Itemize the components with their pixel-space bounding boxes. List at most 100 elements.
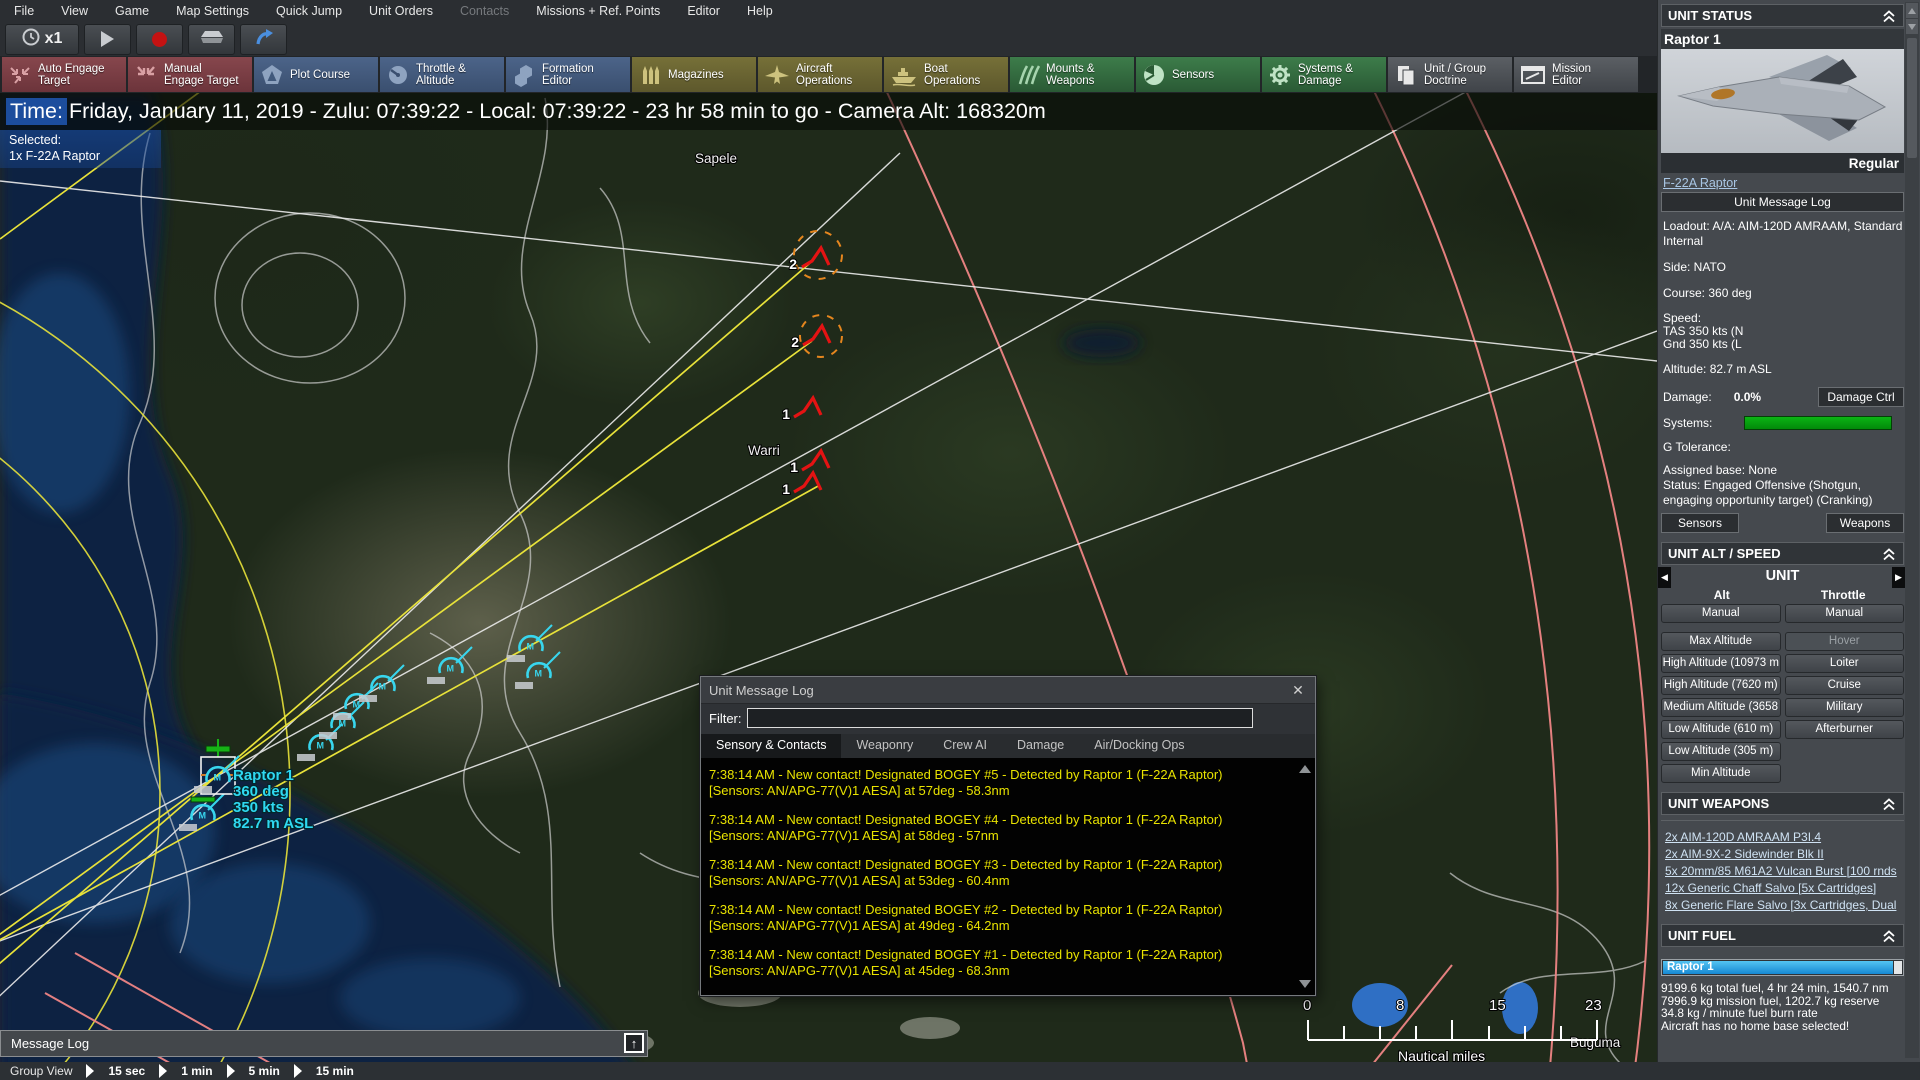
weapon-link-vulcan[interactable]: 5x 20mm/85 M61A2 Vulcan Burst [100 rnds (1665, 863, 1904, 880)
message-log-bar[interactable]: Message Log ↑ (0, 1030, 648, 1057)
tab-sensory-contacts[interactable]: Sensory & Contacts (701, 734, 842, 758)
friendly-air-symbol[interactable] (425, 645, 474, 686)
prev-unit-arrow[interactable]: ◀ (1658, 567, 1671, 588)
throttle-altitude-button[interactable]: Throttle & Altitude (380, 57, 504, 92)
tab-damage[interactable]: Damage (1002, 734, 1079, 758)
interval-5-min[interactable]: 5 min (249, 1064, 280, 1078)
scroll-down-button[interactable] (1906, 19, 1918, 34)
message-list[interactable]: 7:38:14 AM - New contact! Designated BOG… (701, 758, 1315, 995)
sensors-panel-button[interactable]: Sensors (1661, 513, 1739, 533)
menu-help[interactable]: Help (747, 4, 773, 18)
scroll-up-icon[interactable] (1299, 765, 1311, 773)
throttle-afterburner-button[interactable]: Afterburner (1784, 720, 1904, 739)
systems-damage-button[interactable]: Systems & Damage (1262, 57, 1386, 92)
scrollbar-thumb[interactable] (1907, 38, 1917, 158)
collapse-chevron-icon[interactable] (1881, 9, 1897, 24)
menu-map-settings[interactable]: Map Settings (176, 4, 249, 18)
menu-missions-ref-points[interactable]: Missions + Ref. Points (536, 4, 660, 18)
hostile-air-symbol[interactable] (792, 396, 823, 419)
next-unit-arrow[interactable]: ▶ (1892, 567, 1905, 588)
unit-type-link[interactable]: F-22A Raptor (1663, 176, 1737, 190)
auto-engage-target-button[interactable]: Auto Engage Target (2, 57, 126, 92)
throttle-cruise-button[interactable]: Cruise (1784, 676, 1904, 695)
dialog-scrollbar[interactable] (1296, 761, 1313, 992)
tab-weaponry[interactable]: Weaponry (841, 734, 928, 758)
menu-editor[interactable]: Editor (687, 4, 720, 18)
plot-course-button[interactable]: Plot Course (254, 57, 378, 92)
interval-15-sec[interactable]: 15 sec (108, 1064, 145, 1078)
popout-arrow-button[interactable]: ↑ (624, 1033, 644, 1053)
max-altitude-button[interactable]: Max Altitude (1661, 632, 1781, 651)
weapon-link-flare[interactable]: 8x Generic Flare Salvo [3x Cartridges, D… (1665, 897, 1904, 914)
tab-crew-ai[interactable]: Crew AI (928, 734, 1002, 758)
sensors-button[interactable]: Sensors (1136, 57, 1260, 92)
scroll-down-icon[interactable] (1299, 980, 1311, 988)
boat-operations-button[interactable]: Boat Operations (884, 57, 1008, 92)
fuel-selected-unit[interactable]: Raptor 1 (1663, 961, 1893, 974)
menu-view[interactable]: View (61, 4, 88, 18)
play-interval-icon[interactable] (293, 1064, 302, 1078)
throttle-military-button[interactable]: Military (1784, 698, 1904, 717)
unit-weapons-header[interactable]: UNIT WEAPONS (1661, 792, 1904, 815)
interval-1-min[interactable]: 1 min (181, 1064, 212, 1078)
weapon-link-amraam[interactable]: 2x AIM-120D AMRAAM P3I.4 (1665, 829, 1904, 846)
sidebar-scrollbar[interactable] (1905, 2, 1919, 1058)
unit-alt-speed-header[interactable]: UNIT ALT / SPEED (1661, 542, 1904, 565)
time-compression-button[interactable]: x1 (5, 23, 79, 55)
collapse-chevron-icon[interactable] (1881, 547, 1897, 562)
throttle-manual-button[interactable]: Manual (1784, 604, 1904, 623)
recorder-button[interactable] (188, 23, 235, 55)
collapse-chevron-icon[interactable] (1881, 797, 1897, 812)
play-interval-icon[interactable] (159, 1064, 168, 1078)
menu-game[interactable]: Game (115, 4, 149, 18)
tab-air-docking-ops[interactable]: Air/Docking Ops (1079, 734, 1199, 758)
close-icon[interactable]: ✕ (1289, 682, 1307, 699)
unit-group-doctrine-button[interactable]: Unit / Group Doctrine (1388, 57, 1512, 92)
menu-quick-jump[interactable]: Quick Jump (276, 4, 342, 18)
formation-editor-button[interactable]: Formation Editor (506, 57, 630, 92)
scroll-up-icon (1908, 7, 1916, 14)
hostile-air-symbol[interactable] (792, 471, 823, 494)
unit-status-header[interactable]: UNIT STATUS (1661, 4, 1904, 27)
menu-file[interactable]: File (14, 4, 34, 18)
hostile-air-symbol[interactable] (800, 246, 831, 269)
alt-manual-button[interactable]: Manual (1661, 604, 1781, 623)
magazines-button[interactable]: Magazines (632, 57, 756, 92)
jump-to-button[interactable] (240, 23, 287, 55)
record-button[interactable] (136, 23, 183, 55)
weapons-panel-button[interactable]: Weapons (1826, 513, 1904, 533)
play-interval-icon[interactable] (226, 1064, 235, 1078)
low-altitude-305-button[interactable]: Low Altitude (305 m) (1661, 742, 1781, 761)
filter-input[interactable] (747, 708, 1253, 728)
interval-15-min[interactable]: 15 min (316, 1064, 354, 1078)
low-altitude-610-button[interactable]: Low Altitude (610 m) (1661, 720, 1781, 739)
friendly-air-symbol[interactable] (295, 722, 344, 763)
scale-tick-0: 0 (1303, 997, 1311, 1014)
unit-fuel-header[interactable]: UNIT FUEL (1661, 924, 1904, 947)
min-altitude-button[interactable]: Min Altitude (1661, 764, 1781, 783)
high-altitude-7620-button[interactable]: High Altitude (7620 m) (1661, 676, 1781, 695)
aircraft-operations-button[interactable]: Aircraft Operations (758, 57, 882, 92)
fuel-unit-list[interactable]: Raptor 1 (1661, 959, 1904, 976)
fuel-list-scrollbar[interactable] (1894, 961, 1902, 974)
play-interval-icon[interactable] (86, 1064, 95, 1078)
mission-editor-button[interactable]: Mission Editor (1514, 57, 1638, 92)
menu-unit-orders[interactable]: Unit Orders (369, 4, 433, 18)
high-altitude-10973-button[interactable]: High Altitude (10973 m (1661, 654, 1781, 673)
hostile-air-symbol[interactable] (801, 324, 832, 347)
weapon-link-chaff[interactable]: 12x Generic Chaff Salvo [5x Cartridges] (1665, 880, 1904, 897)
medium-altitude-button[interactable]: Medium Altitude (3658 (1661, 698, 1781, 717)
group-view-label[interactable]: Group View (10, 1064, 72, 1078)
dialog-tabs: Sensory & Contacts Weaponry Crew AI Dama… (701, 734, 1315, 758)
throttle-loiter-button[interactable]: Loiter (1784, 654, 1904, 673)
run-button[interactable] (84, 23, 131, 55)
weapon-link-sidewinder[interactable]: 2x AIM-9X-2 Sidewinder Blk II (1665, 846, 1904, 863)
dialog-title-bar[interactable]: Unit Message Log ✕ (701, 677, 1315, 704)
unit-message-log-button[interactable]: Unit Message Log (1661, 192, 1904, 212)
friendly-air-symbol[interactable] (357, 663, 406, 704)
collapse-chevron-icon[interactable] (1881, 929, 1897, 944)
mounts-weapons-button[interactable]: Mounts & Weapons (1010, 57, 1134, 92)
damage-ctrl-button[interactable]: Damage Ctrl (1818, 387, 1904, 407)
manual-engage-target-button[interactable]: Manual Engage Target (128, 57, 252, 92)
scroll-up-button[interactable] (1906, 3, 1918, 18)
